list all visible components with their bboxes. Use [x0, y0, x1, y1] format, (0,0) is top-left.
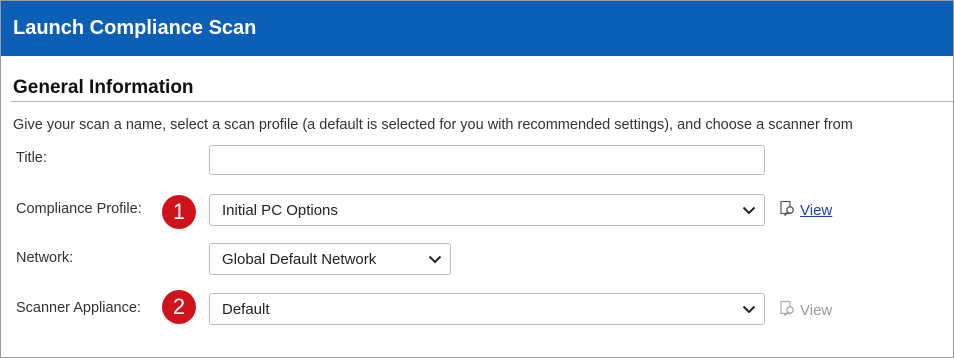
scanner-view-link: View: [779, 300, 832, 321]
network-select[interactable]: Global Default Network: [209, 243, 451, 275]
profile-view-link[interactable]: View: [779, 200, 832, 221]
chevron-down-icon: [738, 305, 760, 314]
chevron-down-icon: [738, 206, 760, 215]
compliance-profile-value: Initial PC Options: [222, 201, 338, 219]
section-divider: [11, 101, 953, 102]
scanner-appliance-select[interactable]: Default: [209, 293, 765, 325]
title-input[interactable]: [209, 145, 765, 175]
section-title: General Information: [13, 77, 194, 98]
section-description: Give your scan a name, select a scan pro…: [13, 117, 853, 133]
dialog-frame: Launch Compliance Scan General Informati…: [0, 0, 954, 358]
network-value: Global Default Network: [222, 250, 377, 268]
compliance-profile-select[interactable]: Initial PC Options: [209, 194, 765, 226]
view-doc-icon: [779, 200, 796, 221]
step-badge-2: 2: [162, 290, 196, 324]
step-badge-1: 1: [162, 195, 196, 229]
chevron-down-icon: [424, 255, 446, 264]
scanner-appliance-value: Default: [222, 300, 270, 318]
profile-view-text[interactable]: View: [800, 202, 832, 219]
compliance-profile-label: Compliance Profile:: [16, 201, 142, 217]
scanner-view-text: View: [800, 302, 833, 319]
network-label: Network:: [16, 250, 74, 266]
scanner-appliance-label: Scanner Appliance:: [16, 300, 141, 316]
view-doc-icon: [779, 300, 796, 321]
title-label: Title:: [16, 150, 47, 166]
page-title: Launch Compliance Scan: [1, 1, 953, 56]
